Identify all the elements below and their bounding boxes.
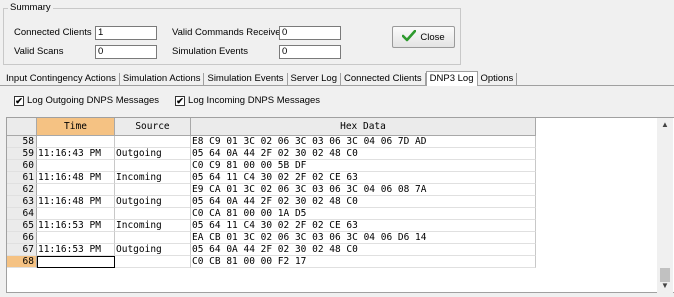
row-number: 61 xyxy=(7,172,37,184)
log-incoming-label: Log Incoming DNPS Messages xyxy=(188,95,321,106)
cell-time[interactable] xyxy=(37,136,115,148)
cell-hex[interactable]: E8 C9 01 3C 02 06 3C 03 06 3C 04 06 7D A… xyxy=(191,136,536,148)
row-number: 65 xyxy=(7,220,37,232)
row-number: 60 xyxy=(7,160,37,172)
row-number: 67 xyxy=(7,244,37,256)
simulation-events-label: Simulation Events xyxy=(172,46,249,57)
summary-legend: Summary xyxy=(8,2,53,13)
valid-scans-label: Valid Scans xyxy=(14,46,64,57)
valid-commands-label: Valid Commands Received xyxy=(172,27,286,38)
row-number: 68 xyxy=(7,256,37,268)
table-row[interactable]: 64 C0 CA 81 00 00 1A D5 xyxy=(7,208,536,220)
tab-server-log[interactable]: Server Log xyxy=(288,73,342,86)
close-button-label: Close xyxy=(420,31,445,43)
cell-hex[interactable]: 05 64 0A 44 2F 02 30 02 48 C0 xyxy=(191,244,536,256)
valid-scans-field[interactable]: 0 xyxy=(95,45,157,59)
cell-source[interactable] xyxy=(115,256,191,268)
cell-source[interactable] xyxy=(115,232,191,244)
scroll-down-icon[interactable]: ▼ xyxy=(657,279,673,293)
row-number: 59 xyxy=(7,148,37,160)
cell-hex[interactable]: C0 CA 81 00 00 1A D5 xyxy=(191,208,536,220)
cell-hex[interactable]: 05 64 0A 44 2F 02 30 02 48 C0 xyxy=(191,196,536,208)
cell-source[interactable]: Incoming xyxy=(115,172,191,184)
table-row[interactable]: 66 EA CB 01 3C 02 06 3C 03 06 3C 04 06 D6… xyxy=(7,232,536,244)
tab-input-contingency-actions[interactable]: Input Contingency Actions xyxy=(3,73,120,86)
cell-time[interactable]: 11:16:53 PM xyxy=(37,220,115,232)
cell-hex[interactable]: 05 64 11 C4 30 02 2F 02 CE 63 xyxy=(191,220,536,232)
table-row[interactable]: 67 11:16:53 PM Outgoing 05 64 0A 44 2F 02 3… xyxy=(7,244,536,256)
cell-hex[interactable]: C0 C9 81 00 00 5B DF xyxy=(191,160,536,172)
log-options-row: ✔ Log Outgoing DNPS Messages ✔ Log Incom… xyxy=(14,95,320,106)
log-incoming-checkbox[interactable]: ✔ Log Incoming DNPS Messages xyxy=(175,95,320,106)
cell-time[interactable] xyxy=(37,184,115,196)
cell-source[interactable] xyxy=(115,208,191,220)
table-row[interactable]: 58 E8 C9 01 3C 02 06 3C 03 06 3C 04 06 7D… xyxy=(7,136,536,148)
table-row[interactable]: 60 C0 C9 81 00 00 5B DF xyxy=(7,160,536,172)
table-row[interactable]: 63 11:16:48 PM Outgoing 05 64 0A 44 2F 02 3… xyxy=(7,196,536,208)
row-number: 58 xyxy=(7,136,37,148)
cell-source[interactable] xyxy=(115,136,191,148)
column-header-source[interactable]: Source xyxy=(115,118,191,136)
row-number: 63 xyxy=(7,196,37,208)
row-number: 64 xyxy=(7,208,37,220)
cell-time[interactable] xyxy=(37,208,115,220)
table-row[interactable]: 62 E9 CA 01 3C 02 06 3C 03 06 3C 04 06 08… xyxy=(7,184,536,196)
connected-clients-field[interactable]: 1 xyxy=(95,26,157,40)
connected-clients-label: Connected Clients xyxy=(14,27,92,38)
tab-strip: Input Contingency Actions Simulation Act… xyxy=(3,71,518,86)
cell-time[interactable] xyxy=(37,232,115,244)
checkmark-icon xyxy=(402,29,417,45)
tab-simulation-events[interactable]: Simulation Events xyxy=(204,73,288,86)
column-header-hex-data[interactable]: Hex Data xyxy=(191,118,536,136)
log-outgoing-checkbox[interactable]: ✔ Log Outgoing DNPS Messages xyxy=(14,95,159,106)
cell-hex[interactable]: EA CB 01 3C 02 06 3C 03 06 3C 04 06 D6 1… xyxy=(191,232,536,244)
valid-commands-field[interactable]: 0 xyxy=(279,26,341,40)
cell-hex[interactable]: 05 64 0A 44 2F 02 30 02 48 C0 xyxy=(191,148,536,160)
close-button[interactable]: Close xyxy=(392,26,455,48)
table-row[interactable]: 59 11:16:43 PM Outgoing 05 64 0A 44 2F 02 3… xyxy=(7,148,536,160)
cell-time[interactable]: 11:16:53 PM xyxy=(37,244,115,256)
table-row[interactable]: 68 C0 CB 81 00 00 F2 17 xyxy=(7,256,536,268)
cell-time[interactable]: 11:16:48 PM xyxy=(37,172,115,184)
cell-source[interactable]: Incoming xyxy=(115,220,191,232)
cell-source[interactable] xyxy=(115,160,191,172)
cell-time[interactable] xyxy=(37,256,115,268)
table-row[interactable]: 65 11:16:53 PM Incoming 05 64 11 C4 30 02 2… xyxy=(7,220,536,232)
tab-options[interactable]: Options xyxy=(478,73,518,86)
tab-dnp3-log[interactable]: DNP3 Log xyxy=(425,71,478,86)
cell-source[interactable] xyxy=(115,184,191,196)
cell-time[interactable]: 11:16:48 PM xyxy=(37,196,115,208)
cell-hex[interactable]: 05 64 11 C4 30 02 2F 02 CE 63 xyxy=(191,172,536,184)
cell-source[interactable]: Outgoing xyxy=(115,196,191,208)
row-number: 66 xyxy=(7,232,37,244)
column-header-time[interactable]: Time xyxy=(37,118,115,136)
vertical-scrollbar[interactable]: ▲ ▼ xyxy=(657,118,673,293)
checkbox-checked-icon: ✔ xyxy=(14,95,24,106)
tab-connected-clients[interactable]: Connected Clients xyxy=(341,73,426,86)
cell-source[interactable]: Outgoing xyxy=(115,148,191,160)
row-number: 62 xyxy=(7,184,37,196)
row-header-corner xyxy=(7,118,37,136)
scroll-up-icon[interactable]: ▲ xyxy=(657,118,673,132)
tab-simulation-actions[interactable]: Simulation Actions xyxy=(120,73,205,86)
checkbox-checked-icon: ✔ xyxy=(175,95,186,106)
dnp3-log-grid[interactable]: Time Source Hex Data 58 E8 C9 01 3C 02 06… xyxy=(6,117,674,293)
cell-hex[interactable]: C0 CB 81 00 00 F2 17 xyxy=(191,256,536,268)
cell-time[interactable] xyxy=(37,160,115,172)
cell-hex[interactable]: E9 CA 01 3C 02 06 3C 03 06 3C 04 06 08 7… xyxy=(191,184,536,196)
log-outgoing-label: Log Outgoing DNPS Messages xyxy=(27,95,160,106)
cell-source[interactable]: Outgoing xyxy=(115,244,191,256)
table-row[interactable]: 61 11:16:48 PM Incoming 05 64 11 C4 30 02 2… xyxy=(7,172,536,184)
cell-time[interactable]: 11:16:43 PM xyxy=(37,148,115,160)
simulation-events-field[interactable]: 0 xyxy=(279,45,341,59)
